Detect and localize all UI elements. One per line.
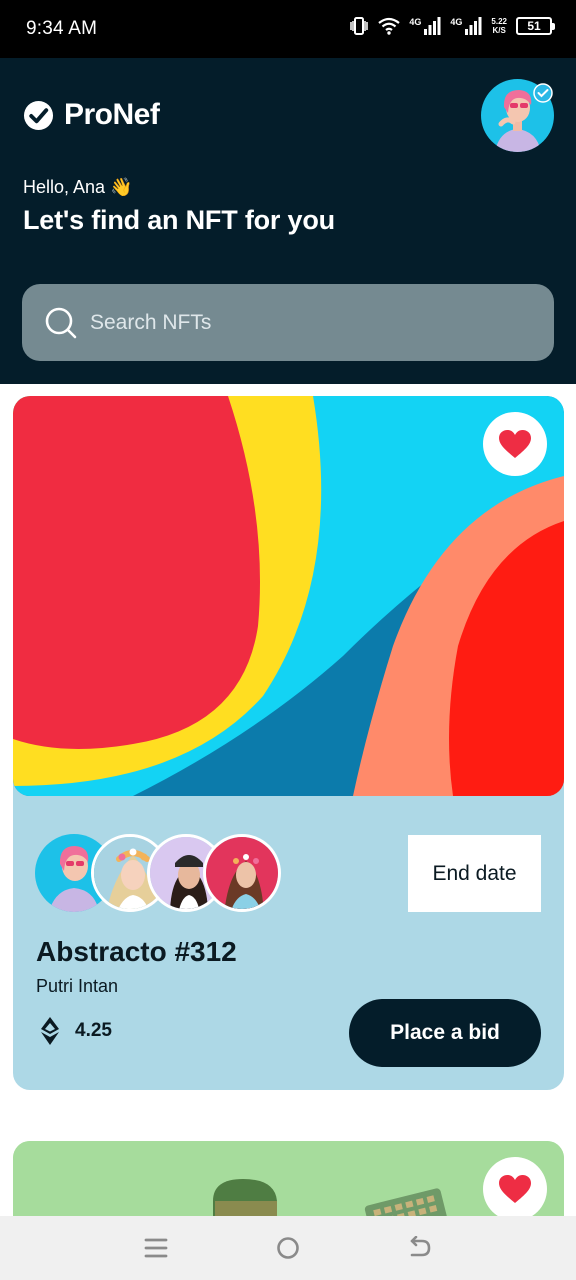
end-date-button[interactable]: End date [408,835,541,912]
greeting-text: Hello, Ana 👋 [23,177,133,197]
home-button[interactable] [258,1228,318,1268]
status-time: 9:34 AM [26,18,98,39]
brand-logo[interactable]: ProNef [23,98,160,132]
back-button[interactable] [390,1228,450,1268]
owner-image [206,837,278,909]
speed-value: 5.22 [491,17,507,26]
ethereum-icon [41,1017,59,1045]
heart-icon [499,1175,531,1203]
network-label-1: 4G [409,16,422,27]
recents-button[interactable] [126,1228,186,1268]
network-speed: 5.22 K/S [491,17,507,35]
system-nav-bar [0,1216,576,1280]
owner-avatars [35,834,281,912]
status-icons: 4G 4G 5.22 K/S 51 [349,16,555,35]
nft-creator: Putri Intan [36,976,119,996]
network-label-2: 4G [450,16,463,27]
favorite-button[interactable] [483,412,547,476]
home-icon [277,1237,299,1259]
verified-icon [533,83,553,103]
vibrate-icon [350,17,369,35]
nft-price: 4.25 [39,1016,112,1046]
nft-title: Abstracto #312 [36,936,237,967]
owner-avatar[interactable] [203,834,281,912]
heart-icon [499,430,531,458]
signal-icon-1 [424,17,441,35]
battery-level: 51 [527,19,541,33]
price-value: 4.25 [75,1020,112,1041]
search-icon [45,307,77,338]
menu-icon [144,1238,168,1258]
search-input[interactable]: Search NFTs [22,284,554,361]
status-bar: 9:34 AM 4G 4G 5.22 K/S 51 [0,0,576,58]
brand-name: ProNef [64,98,160,131]
check-logo-icon [23,100,54,130]
battery-icon: 51 [516,17,555,35]
place-bid-button[interactable]: Place a bid [349,999,541,1067]
search-placeholder: Search NFTs [90,310,212,334]
screen: 9:34 AM 4G 4G 5.22 K/S 51 ProNef Hello, … [0,0,576,1280]
speed-unit: K/S [492,26,506,35]
abstract-art-image [13,396,564,796]
back-icon [410,1236,431,1257]
nft-artwork[interactable] [13,396,564,796]
page-headline: Let's find an NFT for you [23,205,335,235]
favorite-button-2[interactable] [483,1157,547,1221]
signal-icon-2 [465,17,482,35]
nft-card[interactable]: End date Abstracto #312 Putri Intan 4.25… [13,396,564,1090]
wifi-icon [378,17,401,35]
